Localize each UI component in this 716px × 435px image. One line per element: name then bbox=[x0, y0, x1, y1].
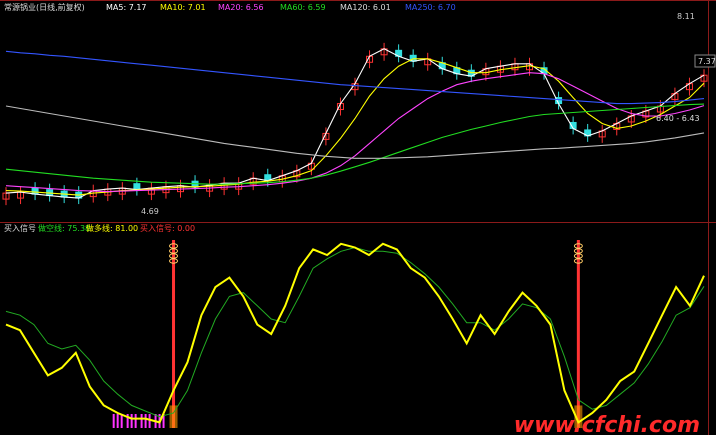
high-price-label: 8.11 bbox=[677, 12, 695, 21]
stock-name: 常源锅业(日线,前复权) bbox=[4, 2, 85, 12]
watermark: www.cfchi.com bbox=[514, 413, 700, 435]
candle-body bbox=[133, 183, 141, 191]
ma120-label: MA120: 6.01 bbox=[340, 3, 391, 12]
ma60-label: MA60: 6.59 bbox=[280, 3, 326, 12]
stock-chart[interactable]: 常源锅业(日线,前复权) MA5: 7.17 MA10: 7.01 MA20: … bbox=[0, 0, 716, 435]
indicator-legend: 买入信号 做空线: 75.38 做多线: 81.00 买入信号: 0.00 bbox=[4, 223, 195, 233]
low-price-label: 4.69 bbox=[141, 207, 159, 216]
buy-signal-label: 买入信号: 0.00 bbox=[140, 223, 195, 233]
indicator-name: 买入信号 bbox=[4, 223, 36, 233]
long-line-label: 做多线: 81.00 bbox=[86, 223, 138, 233]
ma5-label: MA5: 7.17 bbox=[106, 3, 147, 12]
price-legend: 常源锅业(日线,前复权) MA5: 7.17 MA10: 7.01 MA20: … bbox=[4, 2, 456, 12]
candle-body bbox=[31, 187, 39, 195]
ma20-label: MA20: 6.56 bbox=[218, 3, 264, 12]
short-line-label: 做空线: 75.38 bbox=[38, 223, 90, 233]
ma250-label: MA250: 6.70 bbox=[405, 3, 456, 12]
chart-background bbox=[0, 0, 716, 435]
range-label: 6.40 - 6.43 bbox=[656, 114, 700, 123]
ma10-label: MA10: 7.01 bbox=[160, 3, 206, 12]
price-box-label: 7.37 bbox=[698, 57, 716, 66]
